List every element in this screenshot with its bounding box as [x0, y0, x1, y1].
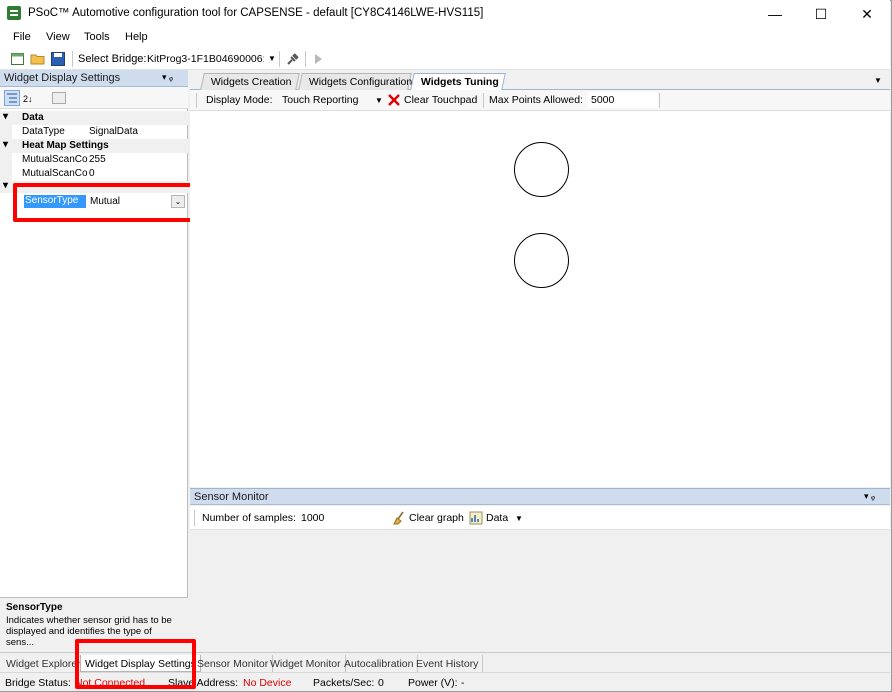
bridge-select[interactable]: KitProg3-1F1B04690006: [147, 53, 264, 65]
app-icon [7, 6, 21, 20]
collapse-icon[interactable]: ▾ [3, 180, 8, 191]
description-title: SensorType [6, 602, 63, 613]
max-points-label: Max Points Allowed: [489, 94, 583, 106]
highlight-sensor-type [13, 183, 197, 222]
packets-value: 0 [378, 677, 384, 689]
close-button[interactable]: ✕ [844, 0, 890, 28]
toolbar-separator [279, 51, 280, 67]
maximize-button[interactable]: ☐ [798, 0, 844, 28]
property-key: MutualScanCo [22, 168, 88, 179]
tuning-toolbar: Display Mode: Touch Reporting ▼ Clear To… [190, 90, 890, 111]
tab-event-history[interactable]: Event History [412, 655, 484, 672]
menu-view[interactable]: View [46, 31, 70, 43]
new-project-icon[interactable] [10, 51, 26, 67]
power-value: - [461, 677, 465, 689]
clear-graph-button[interactable]: Clear graph [409, 512, 464, 524]
tab-widget-explorer[interactable]: Widget Explorer [2, 655, 86, 672]
samples-input[interactable]: 1000 [301, 512, 324, 524]
collapse-icon[interactable]: ▾ [3, 139, 8, 150]
category-data[interactable]: ▾ Data [0, 111, 188, 125]
touch-point-circle [514, 233, 569, 288]
display-mode-chevron-icon[interactable]: ▼ [375, 96, 383, 105]
clear-x-icon[interactable] [387, 93, 401, 107]
property-value: SignalData [89, 126, 138, 137]
open-folder-icon[interactable] [30, 51, 46, 67]
samples-label: Number of samples: [202, 512, 296, 524]
property-row[interactable]: MutualScanCo 0 [0, 167, 188, 181]
clear-touchpad-button[interactable]: Clear Touchpad [404, 94, 477, 106]
sensor-monitor-toolbar: Number of samples: 1000 Clear graph Data… [190, 506, 890, 530]
tab-sensor-monitor[interactable]: Sensor Monitor [193, 655, 274, 672]
bridge-dropdown-chevron-icon[interactable]: ▼ [268, 54, 276, 63]
toolbar-separator [72, 51, 73, 67]
main-toolbar: Select Bridge: KitProg3-1F1B04690006: ▼ [0, 48, 890, 70]
window-title: PSoC™ Automotive configuration tool for … [28, 7, 484, 19]
packets-label: Packets/Sec: [313, 677, 375, 689]
tab-widgets-creation[interactable]: Widgets Creation [200, 73, 300, 90]
power-label: Power (V): [408, 677, 458, 689]
svg-text:2↓: 2↓ [23, 94, 33, 104]
toolbar-separator [305, 51, 306, 67]
touchpad-canvas[interactable] [190, 111, 890, 487]
tab-widgets-configuration[interactable]: Widgets Configuration [298, 73, 412, 90]
max-points-input[interactable]: 5000 [588, 92, 658, 108]
panel-pin-icon[interactable]: ▾ ᵩ [162, 72, 173, 83]
data-chart-icon[interactable] [469, 511, 483, 525]
save-icon[interactable] [50, 51, 66, 67]
sensor-monitor-body [190, 530, 890, 652]
property-key: MutualScanCo [22, 154, 88, 165]
menu-file[interactable]: File [13, 31, 31, 43]
sensor-monitor-header: Sensor Monitor ▾ ᵩ [190, 488, 890, 505]
menu-tools[interactable]: Tools [84, 31, 110, 43]
touch-point-circle [514, 142, 569, 197]
slave-address-value: No Device [243, 677, 292, 689]
menu-bar: File View Tools Help [0, 28, 890, 48]
panel-pin-icon[interactable]: ▾ ᵩ [864, 491, 875, 502]
data-chevron-icon[interactable]: ▼ [515, 514, 523, 523]
categorized-view-icon[interactable] [4, 90, 20, 106]
select-bridge-label: Select Bridge: [78, 53, 147, 65]
highlight-widget-display-settings-tab [75, 639, 196, 689]
property-row[interactable]: MutualScanCo 255 [0, 153, 188, 167]
property-key: DataType [22, 126, 65, 137]
broom-icon[interactable] [392, 511, 406, 525]
minimize-button[interactable]: — [752, 0, 798, 28]
display-mode-label: Display Mode: [206, 94, 273, 106]
property-pages-icon[interactable] [51, 90, 67, 106]
connect-plug-icon[interactable] [285, 51, 301, 67]
property-value: 255 [89, 154, 106, 165]
document-tabs: Widgets Creation Widgets Configuration W… [190, 70, 890, 90]
menu-help[interactable]: Help [125, 31, 148, 43]
bridge-status-label: Bridge Status: [5, 677, 71, 689]
tab-widgets-tuning[interactable]: Widgets Tuning [410, 73, 506, 90]
sensor-monitor-title: Sensor Monitor [194, 491, 269, 503]
display-mode-select[interactable]: Touch Reporting [282, 94, 358, 106]
panel-title: Widget Display Settings [4, 72, 121, 84]
tabs-overflow-chevron-icon[interactable]: ▼ [874, 76, 882, 85]
tab-autocalibration[interactable]: Autocalibration [340, 655, 419, 672]
panel-header: Widget Display Settings ▾ ᵩ [0, 70, 188, 87]
widget-display-settings-panel: Widget Display Settings ▾ ᵩ 2↓ ▾ Data Da… [0, 70, 197, 652]
title-bar: PSoC™ Automotive configuration tool for … [0, 0, 890, 28]
tab-widget-monitor[interactable]: Widget Monitor [266, 655, 346, 672]
data-dropdown[interactable]: Data [486, 512, 508, 524]
property-grid-toolbar: 2↓ [0, 87, 188, 109]
alphabetical-sort-icon[interactable]: 2↓ [23, 90, 39, 106]
start-play-icon[interactable] [310, 51, 326, 67]
collapse-icon[interactable]: ▾ [3, 111, 8, 122]
category-heat-map-settings[interactable]: ▾ Heat Map Settings [0, 139, 188, 153]
property-row[interactable]: DataType SignalData [0, 125, 188, 139]
property-value: 0 [89, 168, 95, 179]
